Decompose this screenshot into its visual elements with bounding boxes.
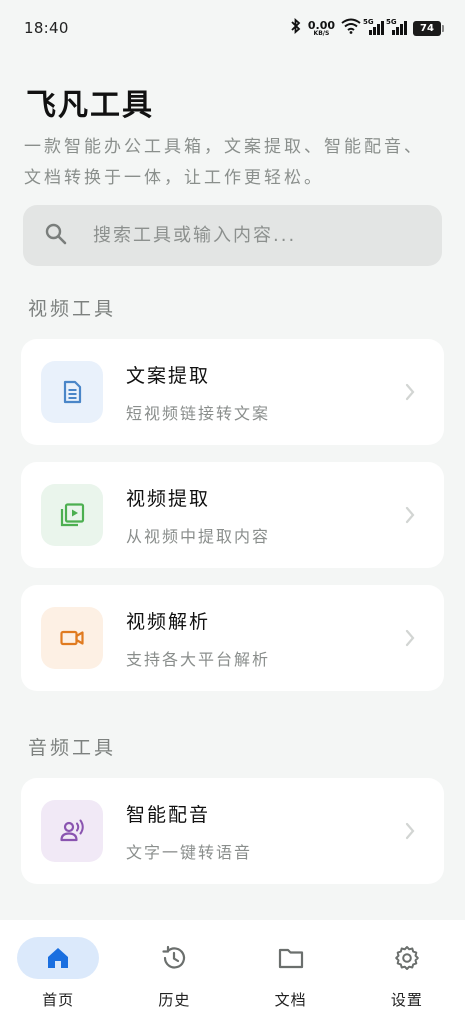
tool-card-video-extract[interactable]: 视频提取 从视频中提取内容 — [21, 462, 444, 568]
search-icon — [43, 221, 69, 251]
tool-title: 视频解析 — [126, 610, 211, 633]
nav-item-history[interactable]: 历史 — [124, 937, 224, 1010]
net-speed: 0.00 KB/S — [307, 18, 335, 37]
settings-icon — [395, 946, 419, 970]
battery-icon: 74 — [413, 20, 444, 36]
tool-subtitle: 短视频链接转文案 — [126, 403, 271, 423]
tool-title: 智能配音 — [126, 803, 211, 826]
bluetooth-icon — [290, 18, 302, 38]
tool-subtitle: 文字一键转语音 — [126, 842, 253, 862]
tool-subtitle: 支持各大平台解析 — [126, 649, 271, 669]
home-icon — [48, 948, 69, 968]
wifi-icon — [341, 18, 361, 38]
section-title-audio: 音频工具 — [28, 737, 117, 759]
voice-icon — [60, 819, 84, 842]
chevron-right-icon — [405, 629, 415, 647]
history-icon — [162, 945, 186, 969]
app-description: 一款智能办公工具箱，文案提取、智能配音、文档转换于一体，让工作更轻松。 — [24, 137, 424, 188]
folder-icon — [278, 948, 303, 969]
nav-item-documents[interactable]: 文档 — [241, 937, 341, 1010]
search-bar[interactable] — [23, 205, 442, 266]
section-title-video: 视频工具 — [28, 298, 117, 320]
status-icons: 0.00 KB/S 5G 5G 74 — [290, 18, 444, 38]
chevron-right-icon — [405, 506, 415, 524]
tool-title: 视频提取 — [126, 487, 211, 510]
nav-item-home[interactable]: 首页 — [8, 937, 108, 1010]
status-time: 18:40 — [24, 19, 69, 37]
video-camera-icon — [60, 630, 84, 646]
tool-card-smart-dubbing[interactable]: 智能配音 文字一键转语音 — [21, 778, 444, 884]
nav-label: 首页 — [42, 991, 75, 1009]
tool-icon-box — [41, 800, 103, 862]
nav-label: 设置 — [390, 991, 423, 1009]
chevron-right-icon — [405, 822, 415, 840]
search-input[interactable] — [93, 225, 413, 246]
tool-title: 文案提取 — [126, 364, 211, 387]
tool-icon-box — [41, 607, 103, 669]
app-title: 飞凡工具 — [26, 88, 154, 123]
nav-label: 历史 — [158, 991, 191, 1009]
document-icon — [63, 380, 82, 404]
status-bar: 18:40 0.00 KB/S 5G 5G 74 — [0, 0, 465, 56]
tool-icon-box — [41, 361, 103, 423]
bottom-nav: 首页 历史 文档 设置 — [0, 920, 465, 1024]
signal-icon-2: 5G — [386, 18, 407, 35]
tool-icon-box — [41, 484, 103, 546]
tool-subtitle: 从视频中提取内容 — [126, 526, 271, 546]
nav-item-settings[interactable]: 设置 — [357, 937, 457, 1010]
chevron-right-icon — [405, 383, 415, 401]
signal-icon: 5G — [363, 18, 384, 35]
video-library-icon — [60, 503, 85, 527]
nav-label: 文档 — [274, 991, 307, 1009]
tool-card-copy-extract[interactable]: 文案提取 短视频链接转文案 — [21, 339, 444, 445]
tool-card-video-parse[interactable]: 视频解析 支持各大平台解析 — [21, 585, 444, 691]
